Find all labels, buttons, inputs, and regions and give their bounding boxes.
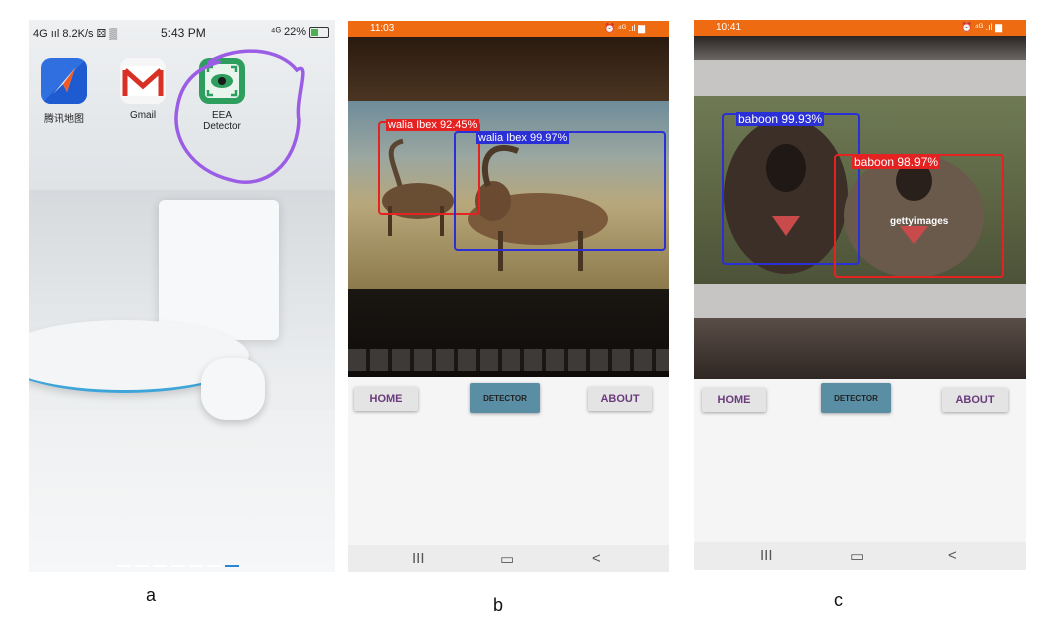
detector-screen-baboon: 10:41 ⏰ ⁴ᴳ .ıl ▆ gettyimages baboon 99.9… [694,20,1026,570]
app-tencent-maps[interactable]: 腾讯地图 [34,58,94,125]
caption-a: a [146,585,157,605]
battery-percent: ⁴ᴳ 22% [270,26,306,38]
system-navigation-bar: III ▭ < [348,545,669,572]
map-navigation-icon [41,58,87,104]
status-bar: 10:41 ⏰ ⁴ᴳ .ıl ▆ [694,20,1026,36]
highlight-circle [174,49,305,184]
network-status: 4G ııl 8.2K/s ⚄ ▒ [33,28,117,40]
app-label: Gmail [129,110,157,121]
home-screen-panel: 4G ııl 8.2K/s ⚄ ▒ 5:43 PM ⁴ᴳ 22% 腾讯地图 Gm… [29,20,335,572]
status-bar: 11:03 ⏰ ⁴ᴳ .ıl ▆ [348,21,669,37]
gmail-icon [120,58,166,104]
status-icons: ⏰ ⁴ᴳ .ıl ▆ [604,23,645,33]
wallpaper-floor [29,410,335,572]
detection-label: baboon 99.93% [736,112,825,126]
about-button[interactable]: ABOUT [588,387,652,411]
wallpaper-stool [201,358,265,420]
status-time: 11:03 [370,23,395,34]
recents-icon[interactable]: III [760,547,773,564]
system-navigation-bar: III ▭ < [694,542,1026,570]
caption-b: b [493,595,504,615]
detector-button[interactable]: DETECTOR [470,383,540,413]
recents-icon[interactable]: III [412,550,425,567]
home-nav-icon[interactable]: ▭ [500,550,514,568]
back-icon[interactable]: < [948,547,957,564]
battery-status: ⁴ᴳ 22% [271,26,329,38]
camera-preview: gettyimages baboon 99.93% baboon 98.97% [694,36,1026,379]
detection-label: baboon 98.97% [852,155,941,169]
status-time: 5:43 PM [161,26,206,40]
detection-box [834,154,1004,278]
caption-c: c [834,590,843,610]
about-button[interactable]: ABOUT [942,388,1008,412]
back-icon[interactable]: < [592,550,601,567]
detector-button[interactable]: DETECTOR [821,383,891,413]
detector-screen-ibex: 11:03 ⏰ ⁴ᴳ .ıl ▆ walia Ibex 92.45% walia… [348,21,669,572]
home-button[interactable]: HOME [702,388,766,412]
wallpaper-wall-panel [159,200,279,340]
detection-box [454,131,666,251]
detection-label: walia Ibex 92.45% [386,119,480,131]
status-time: 10:41 [716,22,742,33]
status-icons: ⏰ ⁴ᴳ .ıl ▆ [961,22,1002,32]
camera-preview: walia Ibex 92.45% walia Ibex 99.97% [348,37,669,377]
detection-label: walia Ibex 99.97% [476,132,570,144]
home-button[interactable]: HOME [354,387,418,411]
page-indicator [117,565,239,567]
battery-icon [309,26,329,38]
keyboard-area [348,289,669,377]
app-gmail[interactable]: Gmail [113,58,173,121]
home-nav-icon[interactable]: ▭ [850,547,864,565]
app-label: 腾讯地图 [44,114,84,125]
